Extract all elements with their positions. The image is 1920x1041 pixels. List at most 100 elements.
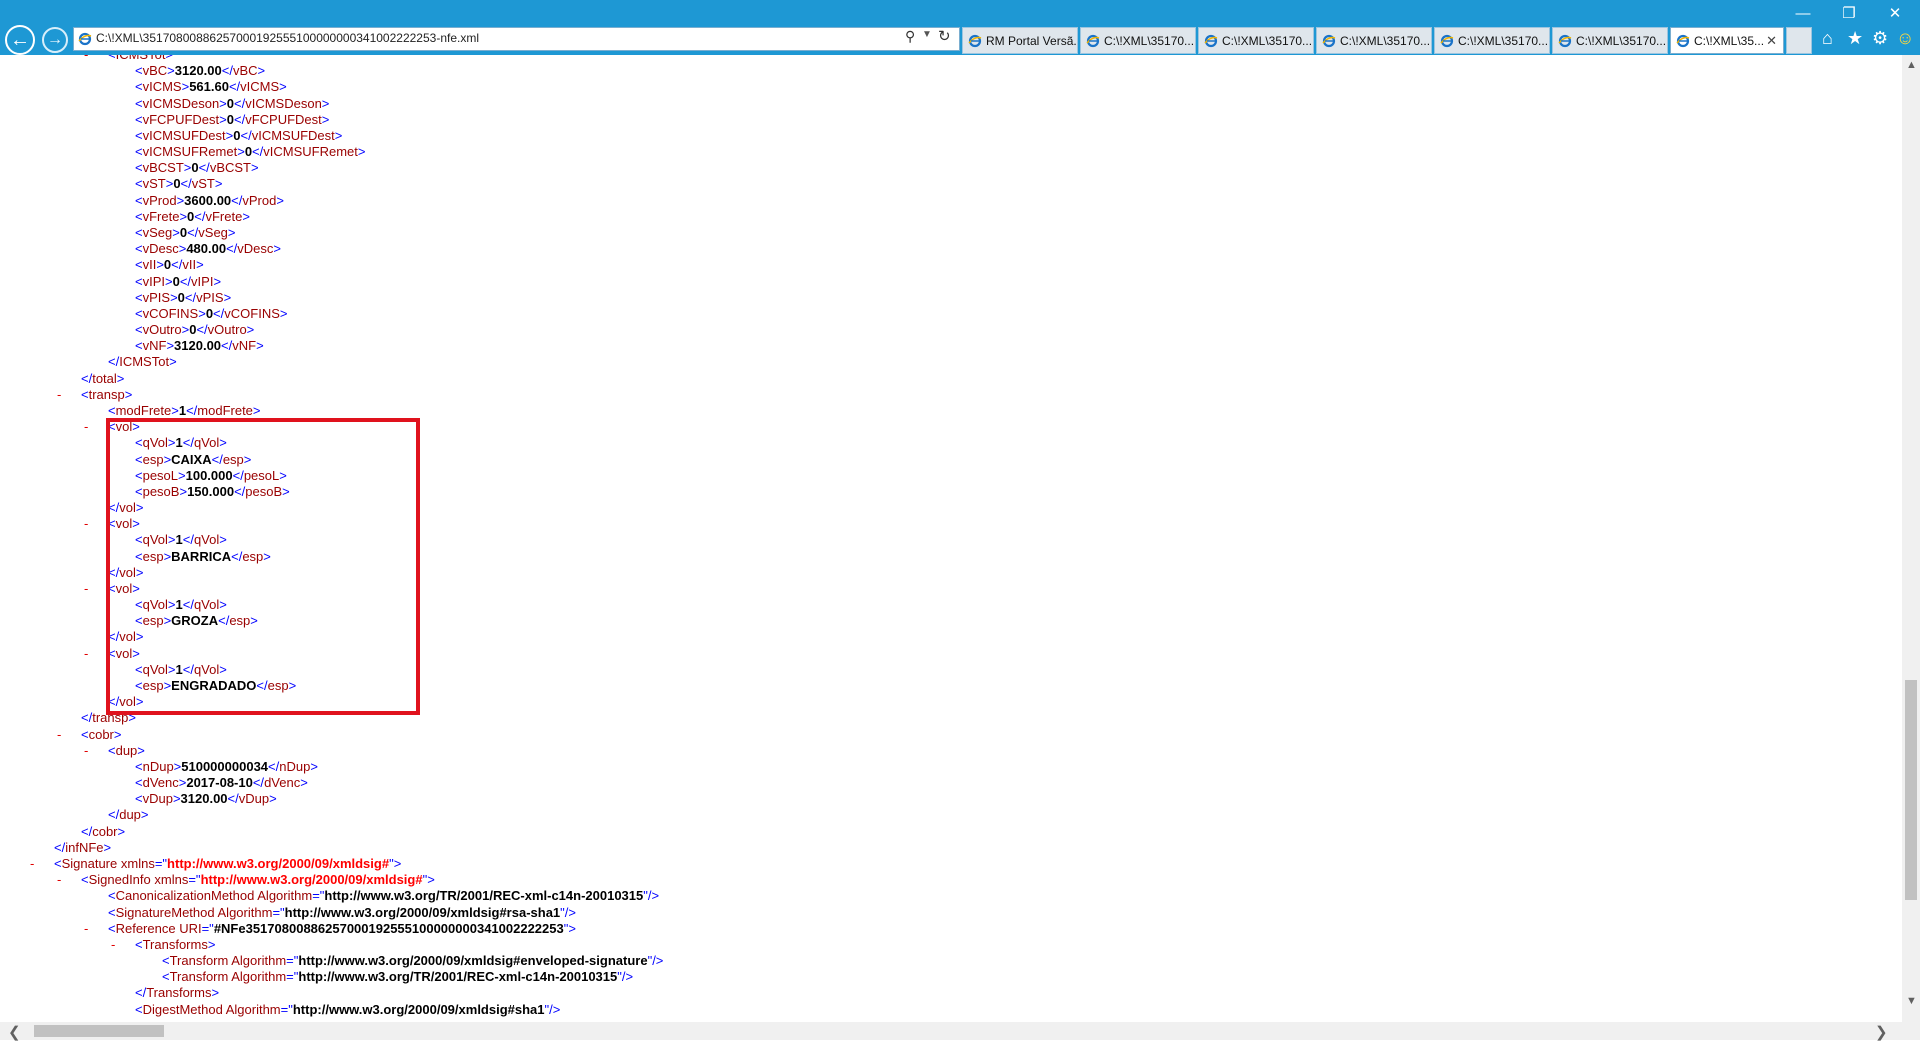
collapse-toggle[interactable]: - xyxy=(30,856,34,872)
tag-name: vPIS xyxy=(196,289,224,305)
chevron-down-icon[interactable]: ▼ xyxy=(922,29,932,40)
element-value: 3120.00 xyxy=(174,338,222,354)
element-value: 3600.00 xyxy=(184,192,232,208)
scrollbar-thumb[interactable] xyxy=(1905,680,1917,900)
minimize-icon[interactable]: — xyxy=(1780,2,1826,26)
bracket: > xyxy=(334,127,343,143)
restore-icon[interactable]: ❐ xyxy=(1826,2,1872,26)
tab-xml-4[interactable]: C:\!XML\35170... xyxy=(1434,27,1550,54)
tag-name: vBC xyxy=(232,63,258,79)
equals: =" xyxy=(272,904,285,920)
collapse-toggle[interactable]: - xyxy=(84,743,88,759)
xml-line-body: <ICMSTot> xyxy=(108,55,173,63)
collapse-toggle[interactable]: - xyxy=(84,55,88,63)
tab-rm-portal[interactable]: RM Portal Versã... xyxy=(962,27,1078,54)
bracket: </ xyxy=(81,823,93,839)
bracket: </ xyxy=(135,985,147,1001)
tag-name: modFrete xyxy=(197,402,253,418)
bracket: </ xyxy=(231,192,243,208)
xml-line-body: <DigestMethod Algorithm="http://www.w3.o… xyxy=(135,1002,560,1018)
bracket: </ xyxy=(81,710,93,726)
bracket: < xyxy=(135,160,143,176)
element-value: 0 xyxy=(173,176,181,192)
bracket: > xyxy=(167,63,175,79)
tag-name: vBC xyxy=(142,63,168,79)
xml-line-body: <Reference URI="#NFe35170800886257000192… xyxy=(108,921,576,937)
attr-value: http://www.w3.org/2000/09/xmldsig#rsa-sh… xyxy=(284,904,561,920)
horizontal-scrollbar[interactable]: ❮ ❯ xyxy=(0,1022,1902,1041)
forward-arrow-icon: → xyxy=(47,31,63,48)
close-window-icon[interactable]: ✕ xyxy=(1872,2,1918,26)
new-tab-button[interactable] xyxy=(1786,27,1812,54)
search-icon[interactable]: ⚲ xyxy=(905,28,915,45)
home-icon[interactable]: ⌂ xyxy=(1822,29,1833,47)
collapse-toggle[interactable]: - xyxy=(57,872,61,888)
bracket: < xyxy=(135,63,143,79)
bracket: > xyxy=(165,273,173,289)
scroll-right-icon[interactable]: ❯ xyxy=(1875,1023,1888,1041)
bracket: < xyxy=(135,775,143,791)
tab-xml-1[interactable]: C:\!XML\35170... xyxy=(1080,27,1196,54)
tab-xml-5[interactable]: C:\!XML\35170... xyxy=(1552,27,1668,54)
scroll-left-icon[interactable]: ❮ xyxy=(8,1023,21,1041)
bracket: < xyxy=(81,872,89,888)
attr-value: http://www.w3.org/2000/09/xmldsig# xyxy=(167,856,390,871)
attr-value: http://www.w3.org/2000/09/xmldsig# xyxy=(200,872,423,888)
address-bar[interactable]: C:\!XML\35170800886257000192555100000000… xyxy=(73,27,960,51)
forward-button[interactable]: → xyxy=(42,27,68,53)
collapse-toggle[interactable]: - xyxy=(84,419,88,435)
tag-name: vBCST xyxy=(209,160,251,176)
collapse-toggle[interactable]: - xyxy=(111,937,115,953)
tag-name: vFrete xyxy=(205,208,243,224)
bracket: > xyxy=(273,241,282,257)
tag-name: cobr xyxy=(88,726,114,742)
scroll-down-icon[interactable]: ▼ xyxy=(1906,995,1917,1007)
xml-line-body: <SignedInfo xmlns="http://www.w3.org/200… xyxy=(81,872,435,888)
refresh-icon[interactable]: ↻ xyxy=(938,27,951,45)
tab-xml-3[interactable]: C:\!XML\35170... xyxy=(1316,27,1432,54)
xml-line-body: <vFrete>0</vFrete> xyxy=(135,209,250,225)
bracket: < xyxy=(108,402,116,418)
back-button[interactable]: ← xyxy=(5,25,35,55)
element-value: 561.60 xyxy=(189,79,229,95)
collapse-toggle[interactable]: - xyxy=(57,387,61,403)
scrollbar-thumb[interactable] xyxy=(34,1025,164,1037)
collapse-toggle[interactable]: - xyxy=(84,516,88,532)
back-arrow-icon: ← xyxy=(10,29,30,51)
tag-name: CanonicalizationMethod xyxy=(115,888,255,904)
bracket: </ xyxy=(186,402,198,418)
bracket: /> xyxy=(564,904,577,920)
ie-tab-icon xyxy=(968,34,982,48)
collapse-toggle[interactable]: - xyxy=(84,581,88,597)
close-tab-icon[interactable]: ✕ xyxy=(1766,33,1777,49)
tab-label: C:\!XML\35170... xyxy=(1104,34,1195,48)
bracket: > xyxy=(170,289,178,305)
collapse-toggle[interactable]: - xyxy=(84,921,88,937)
xml-line-body: <vICMS>561.60</vICMS> xyxy=(135,79,287,95)
tag-name: vNF xyxy=(232,338,257,354)
xml-line-body: <CanonicalizationMethod Algorithm="http:… xyxy=(108,888,659,904)
bracket: < xyxy=(108,904,116,920)
collapse-toggle[interactable]: - xyxy=(84,646,88,662)
tab-xml-2[interactable]: C:\!XML\35170... xyxy=(1198,27,1314,54)
tag-name: vST xyxy=(191,176,215,192)
collapse-toggle[interactable]: - xyxy=(57,727,61,743)
xml-document-view: -<ICMSTot><vBC>3120.00</vBC><vICMS>561.6… xyxy=(0,55,1902,1022)
xml-line-body: <vICMSUFRemet>0</vICMSUFRemet> xyxy=(135,144,365,160)
smiley-feedback-icon[interactable]: ☺ xyxy=(1896,29,1914,47)
bracket: > xyxy=(213,273,222,289)
tag-name: Signature xyxy=(61,856,118,871)
tag-name: vICMS xyxy=(240,79,280,95)
favorites-star-icon[interactable]: ★ xyxy=(1847,29,1863,47)
scroll-up-icon[interactable]: ▲ xyxy=(1906,59,1917,71)
tag-name: vNF xyxy=(142,338,167,354)
settings-gear-icon[interactable]: ⚙ xyxy=(1872,29,1888,47)
tag-name: SignatureMethod xyxy=(115,904,215,920)
tab-xml-active[interactable]: C:\!XML\35... ✕ xyxy=(1670,27,1784,54)
ie-tab-icon xyxy=(1558,34,1572,48)
attr-value: http://www.w3.org/TR/2001/REC-xml-c14n-2… xyxy=(324,888,644,904)
vertical-scrollbar[interactable]: ▲ ▼ xyxy=(1902,55,1920,1022)
tag-name: nDup xyxy=(279,758,311,774)
bracket: < xyxy=(108,55,116,62)
bracket: < xyxy=(135,257,143,273)
